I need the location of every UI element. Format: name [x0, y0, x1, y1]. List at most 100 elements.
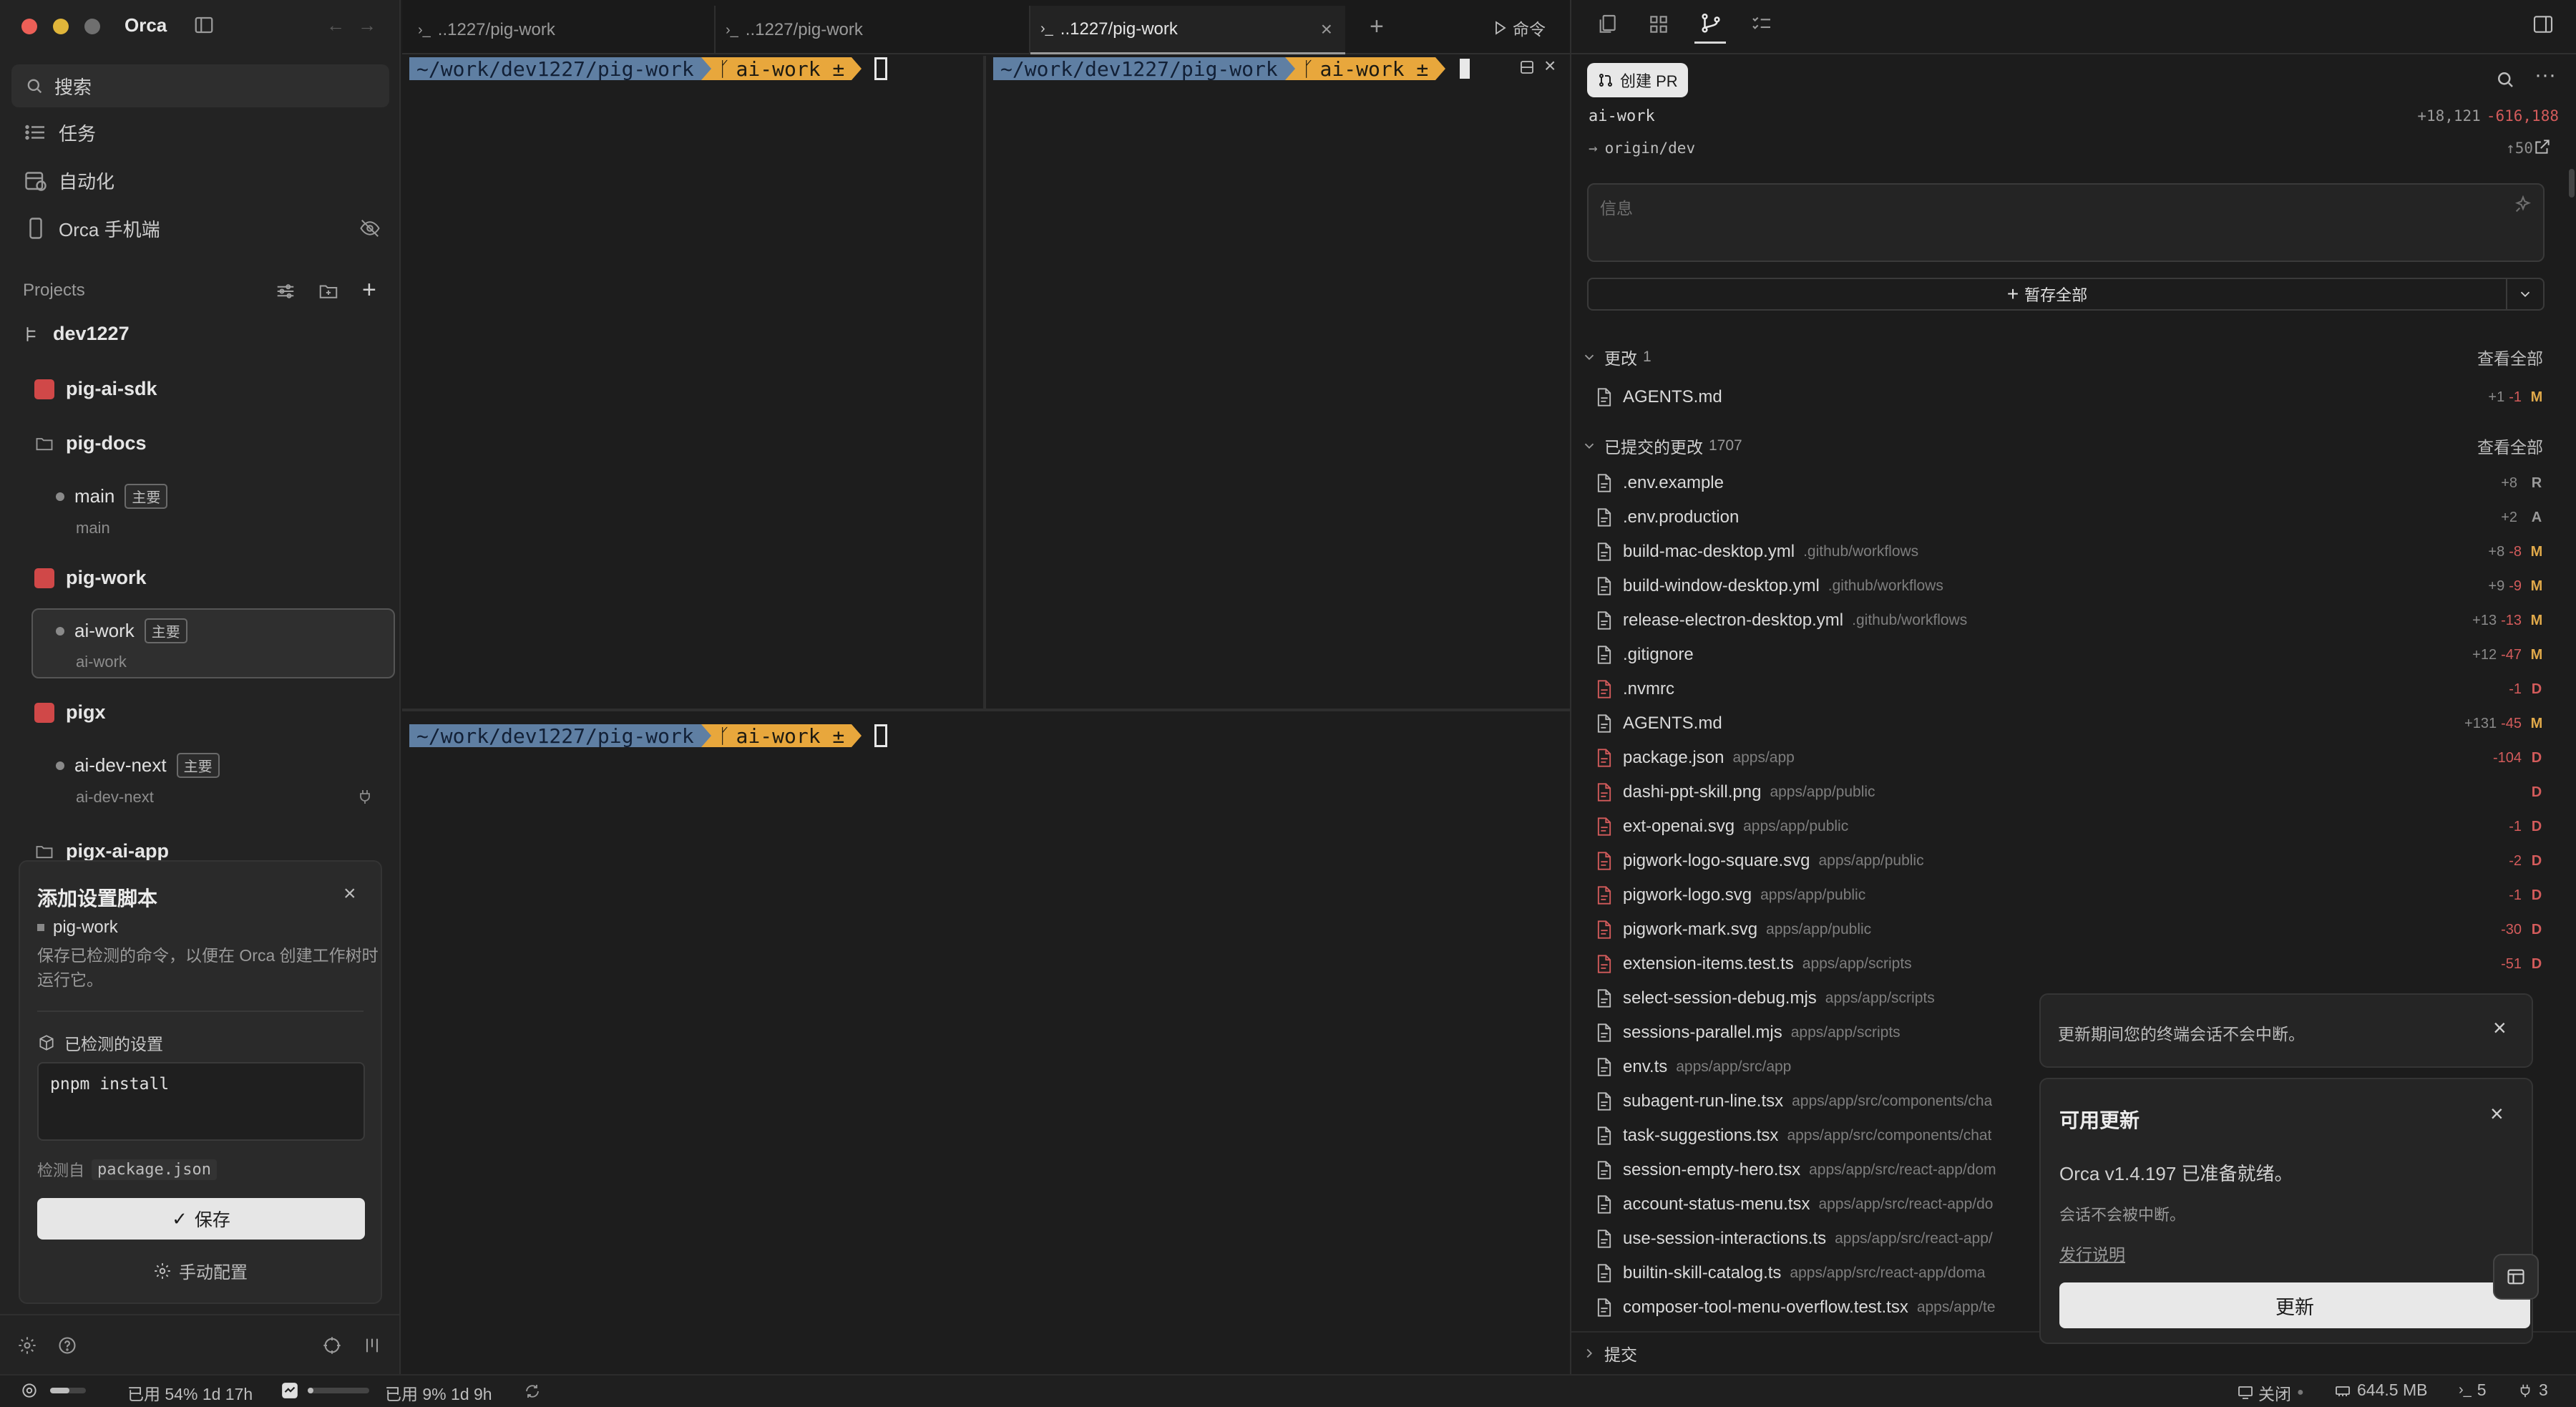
file-row[interactable]: build-mac-desktop.yml .github/workflows +8… — [1596, 535, 2547, 569]
sidebar-toggle-icon[interactable] — [193, 14, 215, 36]
search-box[interactable]: 搜索 — [11, 64, 389, 107]
create-pr-button[interactable]: 创建 PR — [1587, 63, 1688, 97]
file-row[interactable]: pigwork-mark.svg apps/app/public -30 D — [1596, 912, 2547, 947]
view-all-changes-link[interactable]: 查看全部 — [2477, 345, 2543, 369]
close-icon[interactable]: × — [2493, 1015, 2507, 1041]
file-row[interactable]: .env.production +2 A — [1596, 500, 2547, 535]
commit-message-input[interactable]: 信息 — [1587, 183, 2545, 262]
file-row[interactable]: pigwork-logo-square.svg apps/app/public -2… — [1596, 844, 2547, 878]
back-arrow-icon[interactable]: ← — [326, 14, 345, 36]
project-pigx[interactable]: pigx — [34, 701, 106, 724]
close-icon[interactable]: × — [2490, 1101, 2504, 1127]
nav-mobile[interactable]: Orca 手机端 — [23, 208, 381, 248]
add-project-icon[interactable]: + — [362, 276, 376, 304]
file-row[interactable]: AGENTS.md +131 -45 M — [1596, 706, 2547, 741]
update-button[interactable]: 更新 — [2059, 1282, 2530, 1328]
file-row[interactable]: pigwork-logo.svg apps/app/public -1 D — [1596, 878, 2547, 912]
settings-icon[interactable] — [17, 1335, 37, 1355]
nav-automation[interactable]: 自动化 — [23, 160, 114, 200]
committed-title: 已提交的更改 — [1604, 438, 1703, 457]
file-row[interactable]: build-window-desktop.yml .github/workflow… — [1596, 569, 2547, 603]
refresh-icon[interactable] — [524, 1383, 541, 1400]
window-zoom-button[interactable] — [84, 19, 100, 34]
tab-terminal-2[interactable]: ›_ ..1227/pig-work — [716, 6, 1030, 54]
checklist-icon[interactable] — [1750, 13, 1773, 36]
file-row[interactable]: .env.example +8 R — [1596, 466, 2547, 500]
external-link-icon[interactable] — [2533, 137, 2552, 156]
nav-tasks[interactable]: 任务 — [23, 112, 96, 152]
crosshair-icon[interactable] — [322, 1335, 342, 1355]
file-name: env.ts — [1623, 1057, 1668, 1076]
close-tab-icon[interactable]: × — [1321, 18, 1332, 41]
scrollbar-thumb[interactable] — [2569, 169, 2575, 198]
more-options-icon[interactable]: ··· — [2534, 63, 2556, 87]
tab-terminal-1[interactable]: ›_ ..1227/pig-work — [408, 6, 716, 54]
forward-arrow-icon[interactable]: → — [358, 14, 376, 36]
columns-icon[interactable] — [362, 1335, 382, 1355]
file-path: apps/app — [1732, 749, 1795, 766]
terminal-pane-3[interactable]: ~/work/dev1227/pig-work ᚴ ai-work ± — [402, 711, 1570, 1374]
file-row[interactable]: .gitignore +12 -47 M — [1596, 638, 2547, 672]
save-button[interactable]: ✓ 保存 — [37, 1198, 365, 1240]
file-row[interactable]: AGENTS.md +1 -1 M — [1596, 380, 2547, 414]
grid-icon[interactable] — [1647, 13, 1670, 36]
file-row[interactable]: release-electron-desktop.yml .github/work… — [1596, 603, 2547, 638]
branch-ai-work[interactable]: ai-work 主要 — [56, 618, 187, 643]
stash-dropdown-button[interactable] — [2506, 278, 2545, 311]
terminal-pane-2[interactable]: ~/work/dev1227/pig-work ᚴ ai-work ± — [986, 56, 1570, 710]
file-name: sessions-parallel.mjs — [1623, 1023, 1782, 1042]
folder-icon — [36, 437, 53, 450]
split-pane-icon[interactable] — [1518, 59, 1536, 76]
file-name: session-empty-hero.tsx — [1623, 1160, 1801, 1179]
layout-float-button[interactable] — [2493, 1254, 2539, 1300]
project-pig-docs[interactable]: pig-docs — [34, 432, 147, 454]
help-icon[interactable] — [57, 1335, 77, 1355]
file-icon — [1597, 1230, 1611, 1248]
file-row[interactable]: ext-openai.svg apps/app/public -1 D — [1596, 809, 2547, 844]
panel-toggle-icon[interactable] — [2532, 13, 2555, 36]
search-icon — [27, 79, 42, 94]
project-pigx-ai-app[interactable]: pigx-ai-app — [34, 840, 169, 862]
release-notes-link[interactable]: 发行说明 — [2059, 1241, 2125, 1265]
chevron-down-icon — [1584, 443, 1594, 449]
setup-command-input[interactable]: pnpm install — [37, 1062, 365, 1141]
window-close-button[interactable] — [21, 19, 37, 34]
terminal-pane-1[interactable]: ~/work/dev1227/pig-work ᚴ ai-work ± — [402, 56, 985, 710]
pull-request-icon — [1599, 74, 1612, 87]
command-button[interactable]: 命令 — [1491, 16, 1546, 40]
close-icon[interactable]: × — [343, 882, 356, 906]
tab-terminal-3[interactable]: ›_ ..1227/pig-work × — [1030, 6, 1345, 54]
commit-section-header[interactable]: 提交 — [1581, 1341, 1637, 1365]
file-row[interactable]: extension-items.test.ts apps/app/scripts -… — [1596, 947, 2547, 981]
window-minimize-button[interactable] — [53, 19, 69, 34]
close-pane-icon[interactable]: × — [1544, 54, 1556, 77]
branch-main[interactable]: main 主要 — [56, 484, 168, 509]
file-deletions: -9 — [2509, 578, 2522, 594]
manual-config-button[interactable]: 手动配置 — [20, 1258, 381, 1283]
changes-section-header[interactable]: 更改 1 — [1581, 345, 1652, 369]
sparkle-icon[interactable] — [2513, 195, 2533, 215]
group-dev1227[interactable]: dev1227 — [23, 323, 130, 345]
view-all-committed-link[interactable]: 查看全部 — [2477, 434, 2543, 458]
branch-ai-dev-next[interactable]: ai-dev-next 主要 — [56, 753, 220, 778]
file-name: account-status-menu.tsx — [1623, 1194, 1810, 1214]
folder-add-icon[interactable] — [318, 281, 339, 302]
project-pig-work[interactable]: pig-work — [34, 567, 147, 589]
search-icon[interactable] — [2494, 69, 2516, 90]
stash-all-button[interactable]: + 暂存全部 — [1587, 278, 2507, 311]
eye-off-icon[interactable] — [359, 218, 381, 239]
project-pig-ai-sdk[interactable]: pig-ai-sdk — [34, 378, 157, 400]
file-row[interactable]: .nvmrc -1 D — [1596, 672, 2547, 706]
filter-icon[interactable] — [275, 281, 296, 302]
file-status-code: M — [2530, 543, 2543, 560]
committed-section-header[interactable]: 已提交的更改 1707 — [1581, 434, 1742, 458]
new-tab-icon[interactable]: + — [1370, 13, 1384, 41]
file-name: .nvmrc — [1623, 679, 1674, 698]
port-status[interactable]: 关闭 ● — [2237, 1381, 2304, 1405]
file-row[interactable]: package.json apps/app -104 D — [1596, 741, 2547, 775]
file-row[interactable]: dashi-ppt-skill.png apps/app/public D — [1596, 775, 2547, 809]
diff-stats: +18,121 -616,188 — [2417, 107, 2559, 125]
branch-subtitle: main — [76, 519, 110, 537]
files-icon[interactable] — [1596, 13, 1619, 36]
git-branch-icon[interactable] — [1699, 11, 1723, 36]
